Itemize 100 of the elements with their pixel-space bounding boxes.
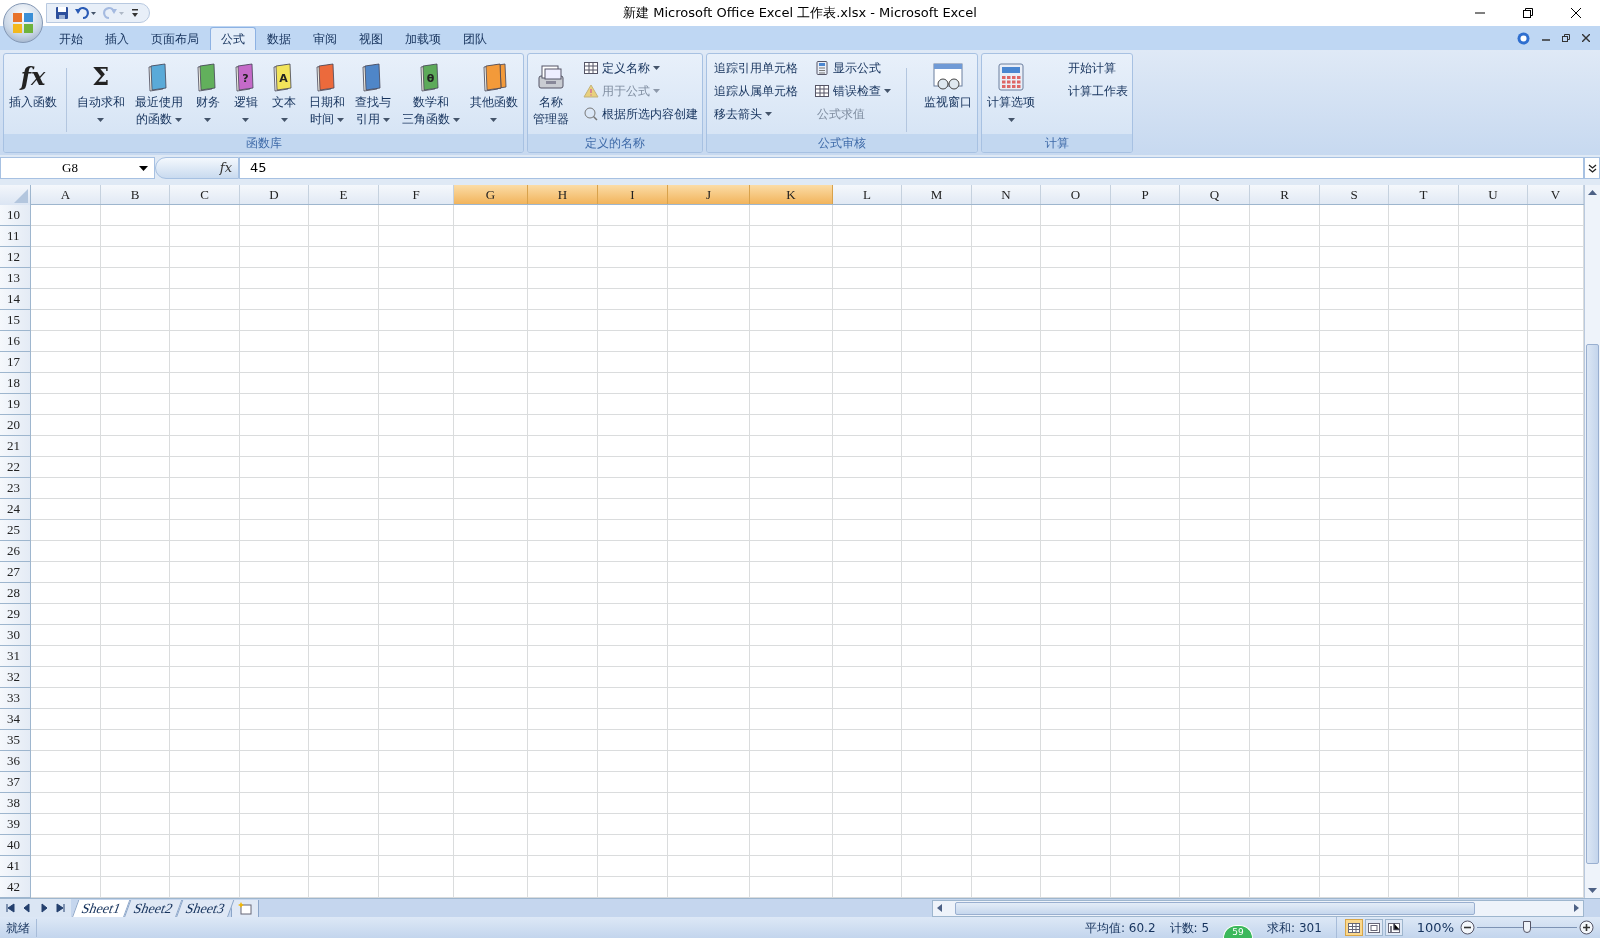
ribbon-button[interactable]: 查找与 引用: [352, 56, 395, 134]
ribbon-button[interactable]: 移去箭头: [709, 103, 800, 125]
column-header[interactable]: U: [1459, 185, 1528, 204]
row-header[interactable]: 42: [0, 877, 31, 898]
row-header[interactable]: 20: [0, 415, 31, 436]
row-header[interactable]: 33: [0, 688, 31, 709]
ribbon-button[interactable]: 财务: [190, 56, 225, 134]
row-header[interactable]: 28: [0, 583, 31, 604]
normal-view-button[interactable]: [1344, 919, 1363, 936]
zoom-in-icon[interactable]: [1579, 920, 1594, 935]
ribbon-tab[interactable]: 页面布局: [140, 27, 210, 50]
ribbon-button[interactable]: 错误检查: [811, 80, 893, 102]
ribbon-button[interactable]: 追踪引用单元格: [709, 57, 800, 79]
zoom-out-icon[interactable]: [1460, 920, 1475, 935]
row-header[interactable]: 34: [0, 709, 31, 730]
name-box[interactable]: G8: [0, 157, 155, 179]
column-header[interactable]: J: [668, 185, 750, 204]
row-header[interactable]: 26: [0, 541, 31, 562]
column-header[interactable]: A: [31, 185, 101, 204]
zoom-level[interactable]: 100%: [1410, 917, 1460, 938]
column-header[interactable]: P: [1111, 185, 1180, 204]
sheet-tab[interactable]: Sheet2: [123, 899, 183, 918]
ribbon-button[interactable]: 最近使用 的函数: [132, 56, 187, 134]
sheet-tab[interactable]: Sheet1: [71, 899, 131, 918]
row-header[interactable]: 23: [0, 478, 31, 499]
dropdown-icon[interactable]: [139, 165, 148, 171]
customize-icon[interactable]: [131, 8, 139, 18]
ribbon-button[interactable]: fx 插入函数: [6, 56, 60, 134]
column-header[interactable]: M: [902, 185, 972, 204]
row-header[interactable]: 15: [0, 310, 31, 331]
column-header[interactable]: N: [972, 185, 1041, 204]
ribbon-tab[interactable]: 数据: [256, 27, 302, 50]
ribbon-button[interactable]: 名称 管理器: [530, 56, 572, 134]
last-sheet-icon[interactable]: [56, 903, 66, 913]
row-header[interactable]: 21: [0, 436, 31, 457]
row-header[interactable]: 10: [0, 205, 31, 226]
row-header[interactable]: 12: [0, 247, 31, 268]
page-break-button[interactable]: [1384, 919, 1403, 936]
row-header[interactable]: 29: [0, 604, 31, 625]
insert-function-button[interactable]: fx: [155, 157, 239, 179]
save-icon[interactable]: [55, 6, 69, 20]
vertical-scrollbar[interactable]: [1584, 185, 1600, 898]
row-header[interactable]: 30: [0, 625, 31, 646]
expand-button[interactable]: [1584, 157, 1600, 179]
ribbon-tab[interactable]: 插入: [94, 27, 140, 50]
first-sheet-icon[interactable]: [5, 903, 15, 913]
help-icon[interactable]: [1517, 31, 1530, 45]
row-header[interactable]: 22: [0, 457, 31, 478]
row-header[interactable]: 25: [0, 520, 31, 541]
zoom-slider[interactable]: [1477, 920, 1577, 935]
column-header[interactable]: Q: [1180, 185, 1250, 204]
row-header[interactable]: 41: [0, 856, 31, 877]
ribbon-tab[interactable]: 视图: [348, 27, 394, 50]
column-header[interactable]: G: [454, 185, 528, 204]
row-header[interactable]: 36: [0, 751, 31, 772]
row-header[interactable]: 39: [0, 814, 31, 835]
sheet-tab[interactable]: Sheet3: [175, 899, 235, 918]
ribbon-tab[interactable]: 开始: [48, 27, 94, 50]
ribbon-tab[interactable]: 团队: [452, 27, 498, 50]
undo-icon[interactable]: [75, 6, 97, 20]
ribbon-button[interactable]: θ 数学和 三角函数: [398, 56, 463, 134]
row-header[interactable]: 18: [0, 373, 31, 394]
ribbon-button[interactable]: Σ 自动求和: [73, 56, 128, 134]
row-header[interactable]: 27: [0, 562, 31, 583]
column-header[interactable]: O: [1041, 185, 1111, 204]
column-header[interactable]: E: [309, 185, 379, 204]
column-header[interactable]: B: [101, 185, 170, 204]
ribbon-button[interactable]: 计算工作表: [1063, 80, 1130, 102]
column-header[interactable]: F: [379, 185, 454, 204]
row-header[interactable]: 14: [0, 289, 31, 310]
row-header[interactable]: 31: [0, 646, 31, 667]
ribbon-button[interactable]: 日期和 时间: [305, 56, 348, 134]
restore-icon[interactable]: [1562, 34, 1570, 42]
ribbon-button[interactable]: 根据所选内容创建: [581, 103, 700, 125]
ribbon-button[interactable]: 其他函数: [466, 56, 521, 134]
row-header[interactable]: 17: [0, 352, 31, 373]
row-header[interactable]: 37: [0, 772, 31, 793]
ribbon-tab[interactable]: 审阅: [302, 27, 348, 50]
close-icon[interactable]: [1582, 34, 1590, 42]
formula-field[interactable]: 45: [239, 157, 1584, 179]
slider-thumb[interactable]: [1523, 921, 1531, 933]
column-header[interactable]: I: [598, 185, 668, 204]
column-header[interactable]: T: [1389, 185, 1459, 204]
ribbon-button[interactable]: 监视窗口: [920, 56, 975, 134]
horizontal-scrollbar[interactable]: [932, 899, 1584, 917]
ribbon-tab[interactable]: 加载项: [394, 27, 452, 50]
previous-sheet-icon[interactable]: [22, 903, 32, 913]
row-header[interactable]: 38: [0, 793, 31, 814]
ribbon-button[interactable]: 追踪从属单元格: [709, 80, 800, 102]
ribbon-button[interactable]: 显示公式: [811, 57, 893, 79]
column-header[interactable]: K: [750, 185, 833, 204]
column-header[interactable]: H: [528, 185, 598, 204]
row-header[interactable]: 11: [0, 226, 31, 247]
ribbon-button[interactable]: 定义名称: [581, 57, 700, 79]
row-header[interactable]: 19: [0, 394, 31, 415]
column-header[interactable]: D: [240, 185, 309, 204]
ribbon-button[interactable]: ? 逻辑: [228, 56, 263, 134]
ribbon-button[interactable]: 计算选项: [984, 56, 1038, 134]
column-header[interactable]: V: [1528, 185, 1584, 204]
page-layout-button[interactable]: [1364, 919, 1383, 936]
